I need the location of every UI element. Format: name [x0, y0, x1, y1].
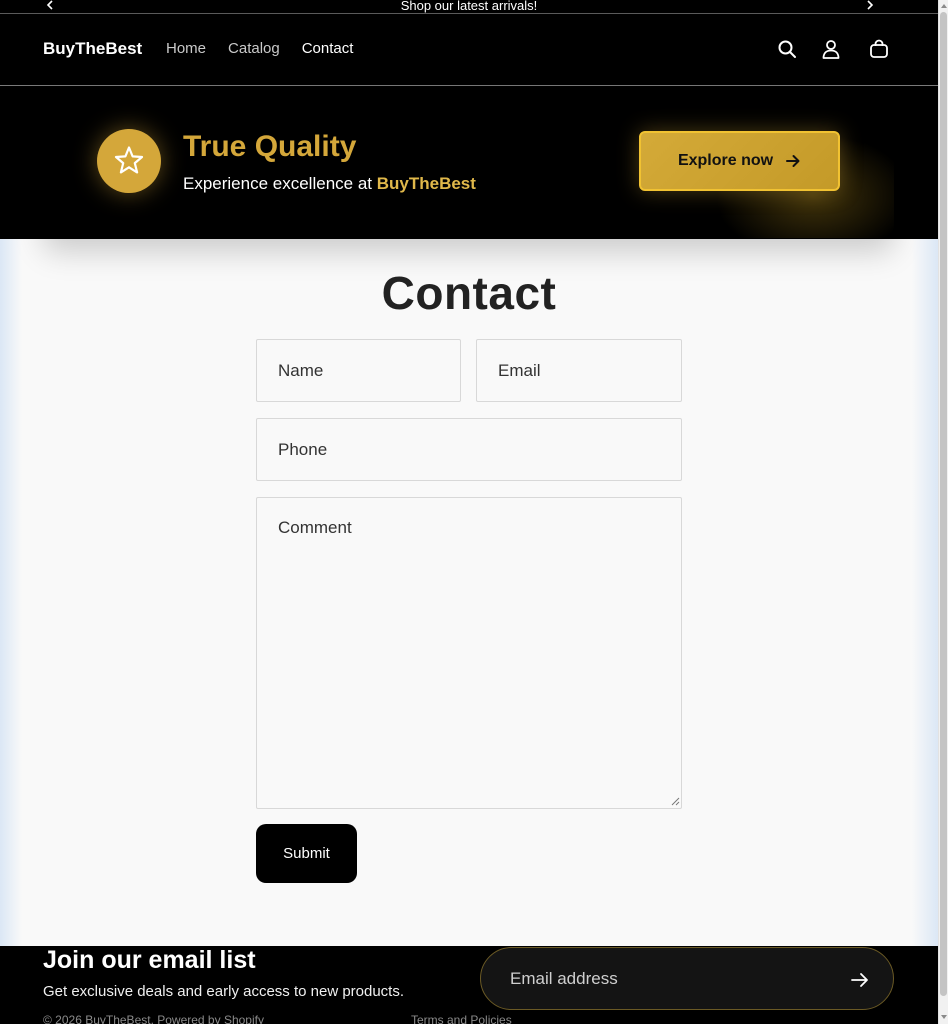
- scroll-down-button[interactable]: [940, 1013, 948, 1021]
- hero-title: True Quality: [183, 130, 357, 163]
- triangle-up-icon: [941, 4, 947, 8]
- copyright-text: © 2026 BuyTheBest. Powered by Shopify: [43, 1013, 264, 1024]
- newsletter-email-input[interactable]: [510, 967, 830, 991]
- submit-button[interactable]: Submit: [256, 824, 357, 883]
- hero-subtitle-text: Experience excellence at: [183, 174, 377, 193]
- page-edge-shade-right: [912, 239, 938, 946]
- page-title: Contact: [381, 267, 557, 319]
- announcement-bar: Shop our latest arrivals!: [0, 0, 938, 14]
- account-button[interactable]: [820, 38, 842, 60]
- search-button[interactable]: [776, 38, 798, 60]
- scrollbar-thumb[interactable]: [940, 12, 947, 996]
- hero-subtitle: Experience excellence at BuyTheBest: [183, 174, 476, 194]
- newsletter-subtitle: Get exclusive deals and early access to …: [43, 983, 405, 1000]
- hero-subtitle-brand: BuyTheBest: [376, 174, 476, 193]
- account-icon: [822, 40, 840, 59]
- site-footer: Join our email list Get exclusive deals …: [0, 946, 938, 1024]
- explore-now-button[interactable]: Explore now: [639, 131, 840, 191]
- cart-icon: [870, 39, 888, 58]
- star-icon: [114, 146, 144, 174]
- nav-home[interactable]: Home: [166, 40, 206, 57]
- hero-section: True Quality Experience excellence at Bu…: [0, 86, 938, 239]
- announcement-text[interactable]: Shop our latest arrivals!: [401, 0, 538, 12]
- main-nav: Home Catalog Contact: [166, 40, 353, 57]
- chevron-right-icon: [867, 0, 874, 10]
- cart-button[interactable]: [868, 38, 890, 60]
- newsletter-submit-button[interactable]: [849, 969, 871, 991]
- newsletter-form: [480, 947, 894, 1010]
- terms-policies-link[interactable]: Terms and Policies: [411, 1013, 512, 1024]
- comment-field[interactable]: [256, 497, 682, 809]
- resize-grip-icon[interactable]: [671, 797, 680, 806]
- page-edge-shade-left: [0, 239, 22, 946]
- scroll-up-button[interactable]: [940, 2, 948, 10]
- announcement-next-button[interactable]: [863, 0, 877, 14]
- email-field[interactable]: [476, 339, 682, 402]
- site-header: BuyTheBest Home Catalog Contact: [0, 14, 938, 86]
- hero-banner: True Quality Experience excellence at Bu…: [43, 86, 894, 238]
- name-field[interactable]: [256, 339, 461, 402]
- newsletter-title: Join our email list: [43, 946, 256, 974]
- page-scrollbar[interactable]: [938, 0, 948, 1024]
- header-icons: [776, 38, 890, 60]
- nav-catalog[interactable]: Catalog: [228, 40, 280, 57]
- store-logo[interactable]: BuyTheBest: [43, 39, 142, 59]
- explore-now-label: Explore now: [677, 152, 774, 169]
- search-icon: [778, 40, 796, 58]
- arrow-right-icon: [851, 973, 868, 987]
- triangle-down-icon: [941, 1015, 947, 1019]
- announcement-prev-button[interactable]: [43, 0, 57, 14]
- phone-field[interactable]: [256, 418, 682, 481]
- chevron-left-icon: [46, 0, 53, 10]
- nav-contact[interactable]: Contact: [302, 40, 354, 57]
- star-badge: [97, 129, 161, 193]
- arrow-right-icon: [786, 155, 800, 167]
